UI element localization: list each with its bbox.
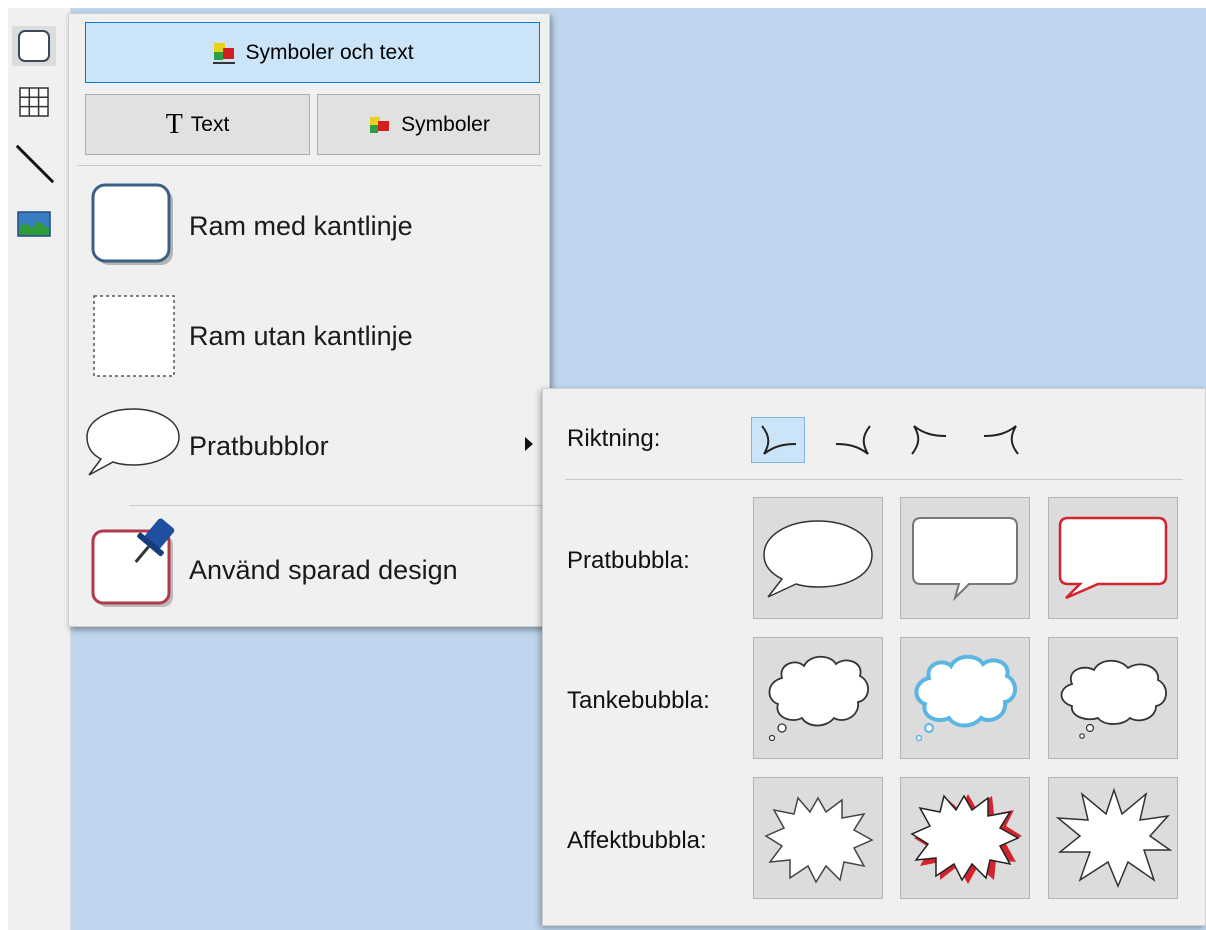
use-saved-design-label: Använd sparad design xyxy=(189,555,458,585)
direction-label: Riktning: xyxy=(567,425,661,452)
red-speech-bubble-icon xyxy=(1058,516,1168,600)
image-tool-button[interactable] xyxy=(12,204,56,244)
symbols-icon xyxy=(213,42,236,64)
thought-bubble-plain-option[interactable] xyxy=(753,637,883,759)
text-icon: T xyxy=(165,108,183,140)
affect-bubble-red-option[interactable] xyxy=(900,777,1030,899)
use-saved-design-item[interactable]: Använd sparad design xyxy=(69,517,549,617)
symbols-icon xyxy=(370,116,390,133)
speech-bubbles-item[interactable]: Pratbubblor xyxy=(69,397,549,497)
burst-bubble-icon xyxy=(764,796,874,884)
framed-box-icon xyxy=(91,183,173,265)
image-icon xyxy=(17,211,51,237)
symbols-and-text-button[interactable]: Symboler och text xyxy=(85,22,540,83)
menu-separator xyxy=(129,505,542,506)
line-icon xyxy=(15,144,55,184)
submenu-arrow-icon xyxy=(525,437,533,451)
thought-bubble-blue-option[interactable] xyxy=(900,637,1030,759)
spiky-burst-bubble-icon xyxy=(1055,787,1172,888)
symbols-and-text-label: Symboler och text xyxy=(245,40,414,64)
affect-bubble-plain-option[interactable] xyxy=(753,777,883,899)
speech-bubble-red-option[interactable] xyxy=(1048,497,1178,619)
tail-down-right-icon xyxy=(835,425,871,455)
table-icon xyxy=(19,87,49,117)
line-tool-button[interactable] xyxy=(12,144,56,184)
direction-up-left-button[interactable] xyxy=(901,417,955,463)
tail-up-left-icon xyxy=(911,425,947,455)
pushpin-frame-icon xyxy=(91,518,175,607)
speech-bubble-rect-option[interactable] xyxy=(900,497,1030,619)
symbols-button-label: Symboler xyxy=(401,112,490,136)
frame-without-border-label: Ram utan kantlinje xyxy=(189,321,413,351)
menu-separator xyxy=(77,165,542,166)
blue-thought-bubble-icon xyxy=(914,654,1017,742)
frame-with-border-label: Ram med kantlinje xyxy=(189,211,413,241)
direction-down-left-button[interactable] xyxy=(751,417,805,463)
rect-speech-bubble-icon xyxy=(912,517,1018,602)
speech-bubble-icon xyxy=(86,408,180,476)
left-toolbar xyxy=(8,8,71,930)
oval-speech-bubble-icon xyxy=(763,520,873,598)
thought-bubble-wide-option[interactable] xyxy=(1048,637,1178,759)
table-tool-button[interactable] xyxy=(12,82,56,122)
text-button[interactable]: T Text xyxy=(85,94,310,155)
dashed-box-icon xyxy=(93,295,175,377)
tail-down-left-icon xyxy=(761,425,797,455)
thought-bubble-label: Tankebubbla: xyxy=(567,687,710,714)
frame-menu: Symboler och text T Text Symboler Ram me… xyxy=(68,13,550,627)
frame-icon xyxy=(18,30,50,62)
symbols-button[interactable]: Symboler xyxy=(317,94,540,155)
submenu-separator xyxy=(565,479,1183,480)
speech-bubble-label: Pratbubbla: xyxy=(567,547,690,574)
direction-down-right-button[interactable] xyxy=(827,417,881,463)
affect-bubble-label: Affektbubbla: xyxy=(567,827,707,854)
frame-tool-button[interactable] xyxy=(12,26,56,66)
speech-bubbles-label: Pratbubblor xyxy=(189,431,329,461)
speech-bubble-submenu: Riktning: Pratbubbla: Tankebubbla: Affek… xyxy=(542,388,1206,926)
frame-with-border-item[interactable]: Ram med kantlinje xyxy=(69,177,549,277)
affect-bubble-spiky-option[interactable] xyxy=(1048,777,1178,899)
thought-bubble-icon xyxy=(768,655,869,742)
red-burst-bubble-icon xyxy=(910,794,1022,884)
direction-up-right-button[interactable] xyxy=(975,417,1029,463)
tail-up-right-icon xyxy=(983,425,1019,455)
speech-bubble-oval-option[interactable] xyxy=(753,497,883,619)
text-button-label: Text xyxy=(190,112,230,136)
wide-thought-bubble-icon xyxy=(1060,659,1167,739)
frame-without-border-item[interactable]: Ram utan kantlinje xyxy=(69,287,549,387)
